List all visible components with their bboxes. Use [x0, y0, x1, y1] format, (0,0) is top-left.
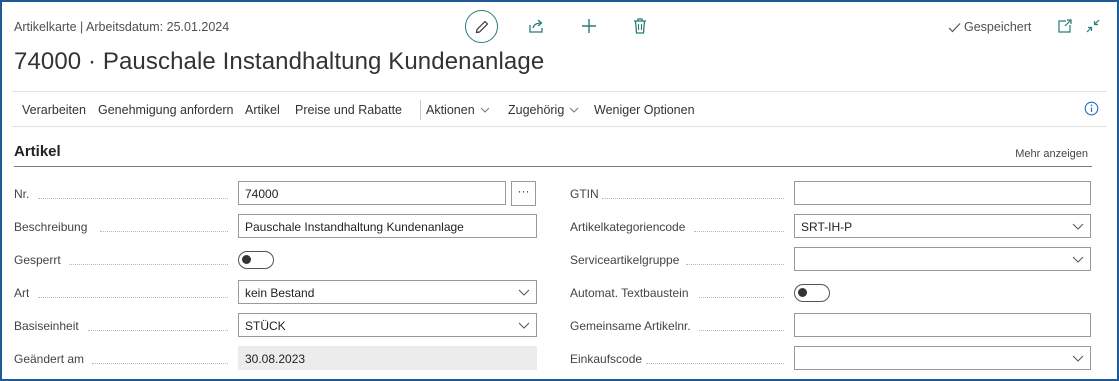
share-button[interactable] [525, 15, 547, 37]
info-button[interactable] [1084, 101, 1099, 116]
action-aktionen[interactable]: Aktionen [426, 103, 490, 117]
label-leader [686, 264, 784, 265]
action-verarbeiten[interactable]: Verarbeiten [22, 103, 86, 117]
saved-status: Gespeichert [948, 20, 1031, 34]
action-preise-und-rabatte[interactable]: Preise und Rabatte [295, 103, 402, 117]
art-value: kein Bestand [245, 286, 315, 300]
einkaufscode-label: Einkaufscode [570, 352, 643, 366]
open-new-window-button[interactable] [1054, 15, 1076, 37]
page-title: 74000 · Pauschale Instandhaltung Kundena… [14, 48, 545, 75]
einkaufscode-select[interactable] [794, 346, 1091, 370]
gtin-label: GTIN [570, 187, 599, 201]
action-separator [420, 100, 421, 120]
label-leader [88, 330, 228, 331]
new-button[interactable] [578, 15, 600, 37]
chevron-down-icon [518, 322, 530, 329]
action-bar: Verarbeiten Genehmigung anfordern Artike… [12, 91, 1107, 127]
collapse-button[interactable] [1082, 15, 1104, 37]
geaendert-am-label: Geändert am [14, 352, 85, 366]
label-leader [646, 363, 784, 364]
nr-assist-button[interactable]: ··· [511, 181, 536, 206]
artikelkategoriencode-select[interactable]: SRT-IH-P [794, 214, 1091, 238]
label-leader [602, 198, 784, 199]
label-leader [92, 363, 228, 364]
gesperrt-label: Gesperrt [14, 253, 61, 267]
nr-field[interactable]: 74000 [238, 181, 506, 205]
serviceartikelgruppe-select[interactable] [794, 247, 1091, 271]
label-leader [699, 297, 784, 298]
action-aktionen-label: Aktionen [426, 103, 475, 117]
item-card-window: Artikelkarte | Arbeitsdatum: 25.01.2024 … [0, 0, 1119, 381]
label-leader [38, 297, 228, 298]
chevron-down-icon [569, 107, 579, 113]
art-label: Art [14, 286, 30, 300]
delete-icon [634, 18, 646, 34]
chevron-down-icon [480, 107, 490, 113]
chevron-down-icon [1072, 355, 1084, 362]
saved-label: Gespeichert [964, 20, 1032, 34]
edit-button[interactable] [465, 10, 498, 43]
serviceartikelgruppe-label: Serviceartikelgruppe [570, 253, 680, 267]
gemeinsame-artikelnr-field[interactable] [794, 313, 1091, 337]
action-weniger-optionen[interactable]: Weniger Optionen [594, 103, 695, 117]
basiseinheit-value: STÜCK [245, 319, 286, 333]
label-leader [100, 231, 228, 232]
artikelkategoriencode-label: Artikelkategoriencode [570, 220, 686, 234]
info-icon [1084, 101, 1099, 116]
section-divider [14, 166, 1092, 167]
art-select[interactable]: kein Bestand [238, 280, 537, 304]
beschreibung-label: Beschreibung [14, 220, 88, 234]
gemeinsame-artikelnr-label: Gemeinsame Artikelnr. [570, 319, 691, 333]
checkmark-icon [948, 22, 961, 32]
share-icon [529, 19, 543, 33]
label-leader [69, 264, 228, 265]
gesperrt-toggle[interactable] [238, 251, 274, 269]
action-artikel[interactable]: Artikel [245, 103, 280, 117]
section-title: Artikel [14, 143, 61, 160]
label-leader [699, 330, 784, 331]
chevron-down-icon [1072, 256, 1084, 263]
label-leader [694, 231, 784, 232]
gtin-field[interactable] [794, 181, 1091, 205]
geaendert-am-field: 30.08.2023 [238, 346, 537, 370]
chevron-down-icon [1072, 223, 1084, 230]
new-icon [582, 19, 596, 33]
open-new-window-icon [1058, 19, 1072, 33]
basiseinheit-select[interactable]: STÜCK [238, 313, 537, 337]
delete-button[interactable] [629, 15, 651, 37]
textbaustein-label: Automat. Textbaustein [570, 286, 689, 300]
label-leader [38, 198, 228, 199]
chevron-down-icon [518, 289, 530, 296]
breadcrumb: Artikelkarte | Arbeitsdatum: 25.01.2024 [14, 20, 230, 34]
edit-icon [475, 20, 488, 33]
basiseinheit-label: Basiseinheit [14, 319, 79, 333]
action-genehmigung-anfordern[interactable]: Genehmigung anfordern [98, 103, 234, 117]
action-zugehoerig[interactable]: Zugehörig [508, 103, 579, 117]
textbaustein-toggle[interactable] [794, 284, 830, 302]
nr-label: Nr. [14, 187, 30, 201]
artikelkategoriencode-value: SRT-IH-P [801, 220, 853, 234]
action-zugehoerig-label: Zugehörig [508, 103, 565, 117]
show-more-link[interactable]: Mehr anzeigen [1015, 148, 1088, 160]
collapse-icon [1086, 19, 1100, 33]
beschreibung-field[interactable]: Pauschale Instandhaltung Kundenanlage [238, 214, 537, 238]
